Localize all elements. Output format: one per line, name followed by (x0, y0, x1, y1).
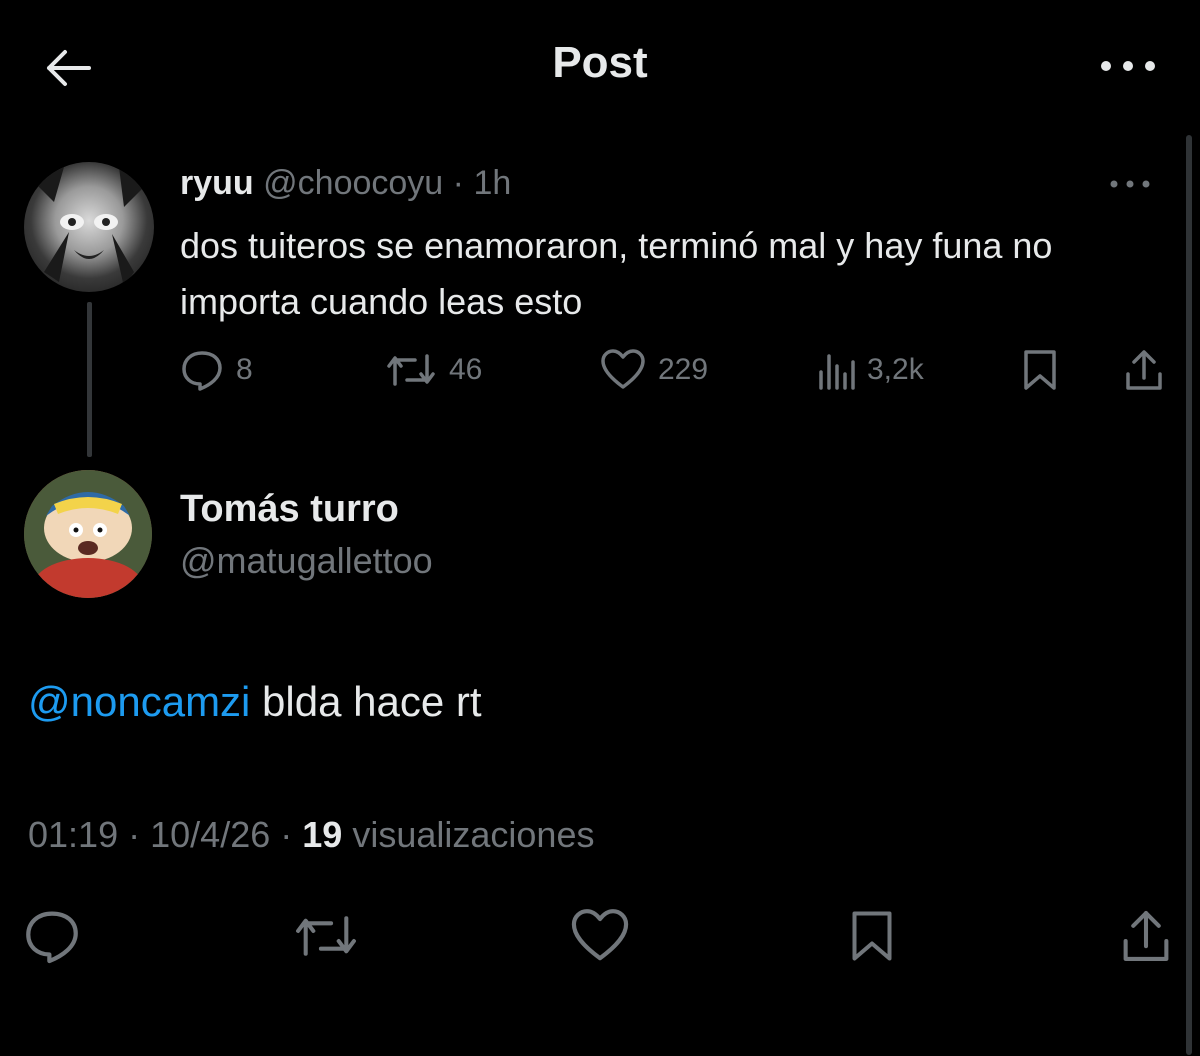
bookmark-button[interactable] (838, 902, 906, 970)
more-horizontal-icon (1110, 180, 1150, 188)
author-handle[interactable]: @choocoyu (263, 164, 443, 202)
separator: · (280, 814, 293, 855)
share-button[interactable] (1122, 346, 1166, 394)
reply-count: 8 (236, 353, 253, 386)
repost-icon (387, 354, 435, 386)
share-icon (1126, 350, 1162, 390)
like-count: 229 (658, 353, 709, 386)
mention-link[interactable]: @noncamzi (28, 678, 250, 725)
repost-icon (296, 916, 356, 956)
avatar-tomas[interactable] (24, 470, 152, 598)
views-count[interactable]: 19 (302, 814, 342, 855)
parent-action-bar: 8 46 229 3,2k (180, 346, 1170, 394)
reply-button[interactable]: 8 (180, 346, 253, 394)
tweet-metadata: 01:19 · 10/4/26 · 19 visualizaciones (28, 814, 594, 856)
repost-button[interactable]: 46 (385, 346, 482, 394)
reply-button[interactable] (18, 902, 86, 970)
parent-tweet-header: ryuu @choocoyu · 1h (180, 164, 511, 203)
avatar-illustration (24, 470, 152, 598)
share-icon (1123, 911, 1169, 961)
tweet-body: blda hace rt (250, 678, 482, 725)
main-tweet-text: @noncamzi blda hace rt (28, 678, 482, 726)
views-label: visualizaciones (352, 814, 595, 855)
avatar-ryuu[interactable] (24, 162, 154, 292)
main-action-bar (0, 902, 1200, 970)
more-horizontal-icon (1101, 61, 1155, 71)
bookmark-icon (1024, 350, 1056, 390)
analytics-icon (819, 354, 855, 390)
share-button[interactable] (1112, 902, 1180, 970)
views-button[interactable]: 3,2k (815, 346, 924, 394)
tweet-date[interactable]: 10/4/26 (150, 814, 270, 855)
like-button[interactable]: 229 (600, 346, 708, 394)
tweet-time[interactable]: 1h (473, 164, 511, 202)
author-name[interactable]: Tomás turro (180, 488, 399, 531)
tweet-time[interactable]: 01:19 (28, 814, 118, 855)
top-bar: Post (0, 0, 1200, 130)
repost-button[interactable] (292, 902, 360, 970)
parent-tweet[interactable]: ryuu @choocoyu · 1h dos tuiteros se enam… (0, 150, 1200, 470)
author-name[interactable]: ryuu (180, 164, 254, 202)
heart-icon (571, 909, 629, 961)
bookmark-icon (852, 911, 892, 961)
views-count: 3,2k (867, 353, 924, 386)
separator: · (452, 164, 464, 202)
bookmark-button[interactable] (1020, 346, 1060, 394)
thread-line (87, 302, 92, 457)
page-title: Post (552, 38, 648, 87)
parent-tweet-text: dos tuiteros se enamoraron, terminó mal … (180, 225, 1053, 322)
reply-icon (26, 911, 78, 964)
more-options-button[interactable] (1092, 44, 1164, 88)
avatar-illustration (34, 167, 144, 287)
like-button[interactable] (566, 902, 634, 970)
parent-more-button[interactable] (1108, 172, 1152, 196)
repost-count: 46 (449, 353, 483, 386)
author-handle[interactable]: @matugallettoo (180, 540, 433, 582)
separator: · (128, 814, 141, 855)
heart-icon (601, 349, 645, 389)
reply-icon (182, 351, 222, 391)
